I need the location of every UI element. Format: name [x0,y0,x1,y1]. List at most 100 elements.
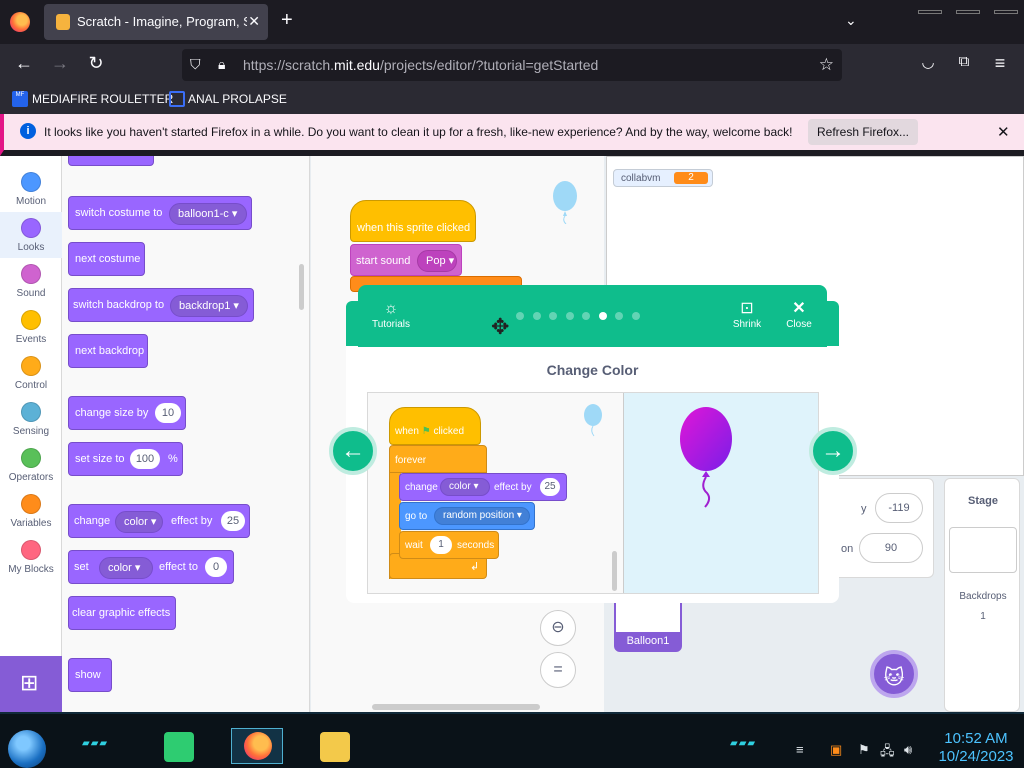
palette-scrollbar[interactable] [299,264,304,310]
volume-icon[interactable]: 🔊︎ [904,742,912,758]
balloon-sprite-icon [584,404,602,437]
step-dot[interactable] [565,312,574,320]
category-events[interactable]: Events [0,304,62,350]
category-label: Looks [17,242,45,253]
step-dot[interactable] [615,312,623,320]
bookmark-second[interactable]: ANAL PROLAPSE [188,92,287,106]
set-size-input[interactable]: 100 [130,449,160,469]
palette-block-change-effect[interactable]: change color ▾ effect by 25 [68,504,250,538]
size-input[interactable]: 10 [155,403,181,423]
palette-block-partial[interactable] [68,156,154,166]
tut-block-forever: forever [389,445,487,473]
block-palette: switch costume to balloon1-c ▾ next cost… [62,156,310,712]
chevron-down-icon[interactable]: ⌄ [845,12,857,29]
step-dot[interactable] [532,312,541,320]
refresh-firefox-button[interactable]: Refresh Firefox... [808,119,918,145]
firefox-icon[interactable] [10,12,30,32]
palette-block-switch-backdrop[interactable]: switch backdrop to backdrop1 ▾ [68,288,254,322]
step-dot[interactable] [582,312,590,320]
bookmark-folder-icon [169,91,185,107]
close-icon[interactable]: ✕ [997,123,1010,141]
zoom-out-icon[interactable]: ⊖ [540,610,576,646]
script-block-when-clicked[interactable]: when this sprite clicked [350,200,476,242]
stage-selector[interactable]: Stage Backdrops 1 [944,478,1020,712]
window-minimize-button[interactable] [918,10,942,14]
costume-dropdown[interactable]: balloon1-c ▾ [169,203,247,225]
backdrop-dropdown[interactable]: backdrop1 ▾ [170,295,248,317]
choose-sprite-icon[interactable]: 🐱︎ [870,650,918,698]
window-maximize-button[interactable] [956,10,980,14]
shrink-icon: ⊡ [740,300,754,317]
network-icon[interactable]: 🖧︎ [880,742,895,764]
url-text[interactable]: https://scratch.mit.edu/projects/editor/… [243,57,598,73]
category-variables[interactable]: Variables [0,488,62,534]
category-dot-icon [21,494,41,514]
step-dot[interactable] [598,312,607,320]
firefox-taskbar-button[interactable] [231,728,283,764]
palette-block-next-backdrop[interactable]: next backdrop [68,334,148,368]
add-extension-button[interactable]: ⊞ [0,656,62,712]
browser-tab[interactable]: Scratch - Imagine, Program, Sh ✕ [44,4,268,40]
step-dot[interactable] [549,312,557,320]
tutorial-stage-preview [623,393,818,593]
tray-app-icon[interactable]: ▣ [830,742,842,758]
forward-icon[interactable]: → [48,53,72,74]
extensions-icon[interactable]: ⧉ [952,53,976,70]
taskbar: ▰▰▰ ▰▰▰ ≡ ▣ ⚑ 🖧︎ 🔊︎ 10:52 AM 10/24/2023 [0,712,1024,768]
category-operators[interactable]: Operators [0,442,62,488]
reload-icon[interactable]: ↻ [84,53,108,74]
next-step-button[interactable]: → [809,427,857,475]
category-dot-icon [21,540,41,560]
category-sensing[interactable]: Sensing [0,396,62,442]
shrink-button[interactable]: ⊡ Shrink [730,299,764,330]
effect-to-input[interactable]: 0 [205,557,227,577]
step-dot[interactable] [516,312,524,320]
lock-icon[interactable]: 🔒︎ [218,56,225,73]
y-field[interactable]: -119 [875,493,923,523]
category-looks[interactable]: Looks [0,212,62,258]
category-motion[interactable]: Motion [0,166,62,212]
clock[interactable]: 10:52 AM 10/24/2023 [936,730,1016,766]
palette-block-set-effect[interactable]: set color ▾ effect to 0 [68,550,234,584]
tutorial-header[interactable]: ☼ Tutorials ⊡ Shrink ✕ Close [358,285,827,347]
script-scrollbar[interactable] [372,704,540,710]
show-hidden-icon[interactable]: ≡ [796,742,804,757]
previous-step-button[interactable]: ← [329,427,377,475]
notes-app-icon[interactable] [164,732,194,762]
palette-block-show[interactable]: show [68,658,112,692]
effect-by-input[interactable]: 25 [221,511,245,531]
palette-block-clear-effects[interactable]: clear graphic effects [68,596,176,630]
shield-icon[interactable]: ⛉ [190,56,201,73]
direction-field[interactable]: 90 [859,533,923,563]
close-button[interactable]: ✕ Close [784,299,814,330]
back-icon[interactable]: ← [12,53,36,74]
set-effect-dropdown[interactable]: color ▾ [99,557,153,579]
palette-block-next-costume[interactable]: next costume [68,242,145,276]
close-tab-icon[interactable]: ✕ [248,13,260,30]
palette-block-switch-costume[interactable]: switch costume to balloon1-c ▾ [68,196,252,230]
category-control[interactable]: Control [0,350,62,396]
start-button[interactable] [8,730,46,768]
script-block-start-sound[interactable]: start sound Pop ▾ [350,244,462,276]
menu-icon[interactable]: ≡ [988,53,1012,74]
new-tab-button[interactable]: + [281,10,293,30]
file-explorer-icon[interactable] [320,732,350,762]
palette-block-change-size[interactable]: change size by 10 [68,396,186,430]
zoom-reset-icon[interactable]: = [540,652,576,688]
lightbulb-icon: ☼ [383,300,399,317]
stage-thumbnail[interactable] [949,527,1017,573]
bookmark-mediafire[interactable]: MEDIAFIRE ROULETTER [32,92,173,106]
category-label: Events [15,334,47,345]
step-dot[interactable] [631,312,640,320]
pocket-icon[interactable]: ◡ [916,53,940,71]
effect-dropdown[interactable]: color ▾ [115,511,163,533]
url-bar[interactable]: ⛉ 🔒︎ https://scratch.mit.edu/projects/ed… [182,49,842,81]
sound-dropdown[interactable]: Pop ▾ [417,250,457,272]
category-my-blocks[interactable]: My Blocks [0,534,62,580]
flag-icon[interactable]: ⚑ [858,742,870,758]
tutorials-button[interactable]: ☼ Tutorials [370,299,412,330]
category-sound[interactable]: Sound [0,258,62,304]
window-close-button[interactable] [994,10,1018,14]
palette-block-set-size[interactable]: set size to 100 % [68,442,183,476]
bookmark-star-icon[interactable]: ☆ [819,55,834,75]
